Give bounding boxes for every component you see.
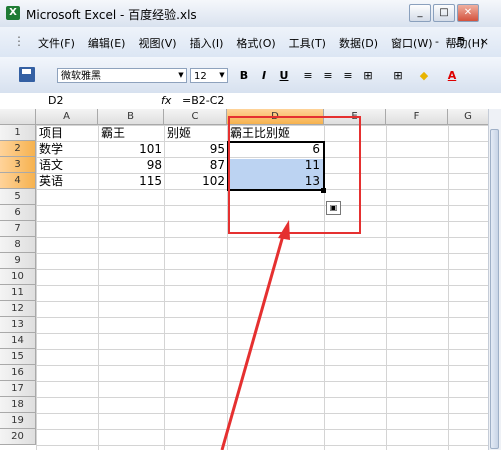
annotation-red-arrow [220,220,290,450]
